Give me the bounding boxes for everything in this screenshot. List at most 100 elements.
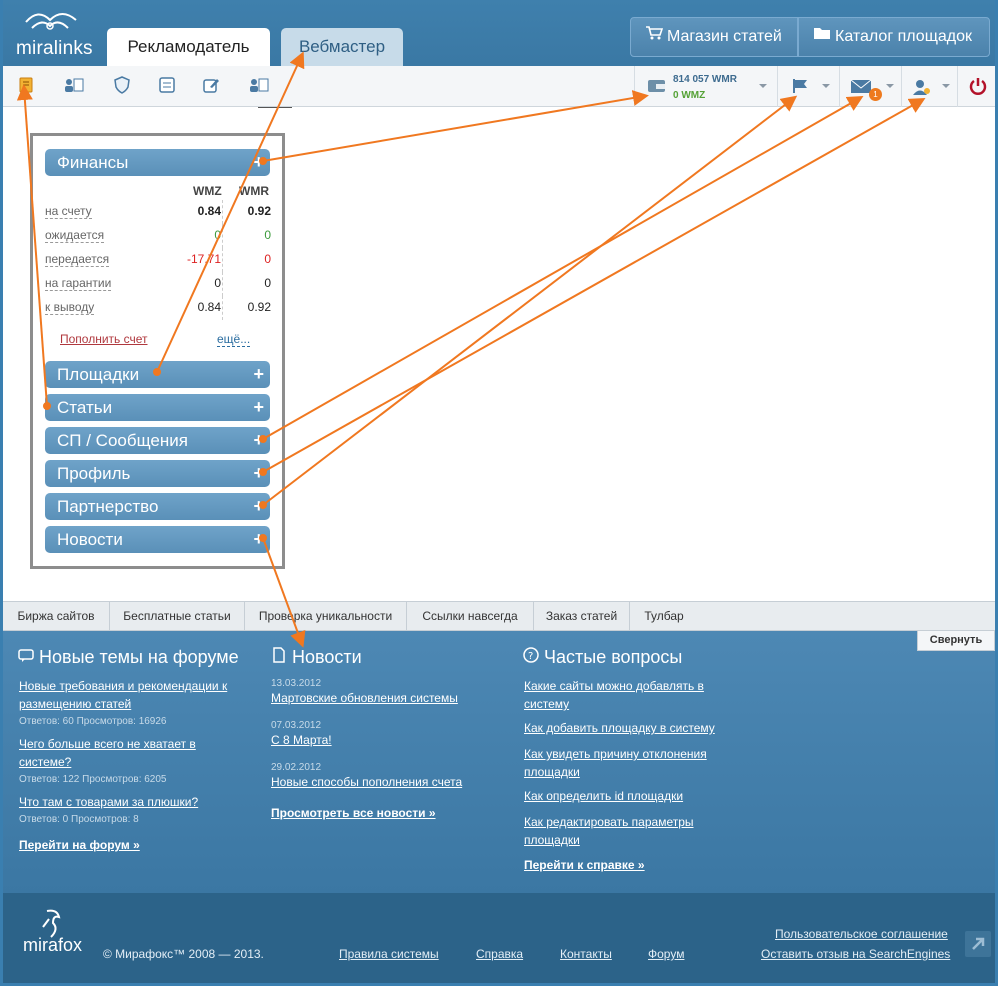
chevron-down-icon — [822, 84, 830, 88]
copyright: © Мирафокс™ 2008 — 2013. — [103, 947, 264, 961]
forum-title-label: Новые темы на форуме — [39, 647, 239, 667]
footer-link-help[interactable]: Справка — [476, 947, 523, 961]
section-news-label: Новости — [57, 530, 123, 549]
plus-icon: + — [253, 496, 264, 516]
news-title: Новости — [270, 647, 362, 668]
tab-free-articles[interactable]: Бесплатные статьи — [110, 602, 245, 631]
topup-link[interactable]: Пополнить счет — [60, 332, 148, 346]
agreement-link[interactable]: Пользовательское соглашение — [775, 927, 948, 941]
divider — [222, 296, 223, 320]
wallet-icon — [648, 80, 665, 92]
faq-item: Как увидеть причину отклонения площадки — [524, 745, 724, 781]
all-news-link[interactable]: Просмотреть все новости » — [271, 806, 436, 820]
faq-link[interactable]: Как определить id площадки — [524, 789, 683, 803]
comment-icon — [18, 649, 34, 662]
collapse-button[interactable]: Свернуть — [917, 631, 995, 651]
article-shop-button[interactable]: Магазин статей — [630, 17, 798, 57]
news-all: Просмотреть все новости » — [271, 804, 501, 822]
help-icon: ? — [523, 647, 539, 663]
tab-webmaster[interactable]: Вебмастер — [281, 28, 403, 66]
finance-row: к выводу 0.84 0.92 — [45, 296, 271, 320]
forum-item-meta: Ответов: 122 Просмотров: 6205 — [19, 774, 167, 785]
forum-item: Новые требования и рекомендации к размещ… — [19, 677, 249, 727]
scroll-top-button[interactable] — [965, 931, 991, 957]
finance-row: на счету 0.84 0.92 — [45, 200, 271, 224]
forum-topic-link[interactable]: Что там с товарами за плюшки? — [19, 795, 198, 809]
tab-order-articles[interactable]: Заказ статей — [534, 602, 630, 631]
footer-link-forum[interactable]: Форум — [648, 947, 684, 961]
edit-icon[interactable] — [202, 76, 220, 94]
plus-icon: + — [253, 463, 264, 483]
footer-link-contacts[interactable]: Контакты — [560, 947, 612, 961]
tab-toolbar[interactable]: Тулбар — [630, 602, 698, 631]
faq-link[interactable]: Как увидеть причину отклонения площадки — [524, 747, 707, 779]
feedback-link[interactable]: Оставить отзыв на SearchEngines — [761, 947, 950, 961]
messages-menu[interactable]: 1 — [839, 66, 901, 107]
faq-link[interactable]: Какие сайты можно добавлять в систему — [524, 679, 704, 711]
plus-icon: + — [253, 397, 264, 417]
header: miralinks Рекламодатель Вебмастер Магази… — [0, 0, 998, 66]
wallet-wmr: 814 057 WMR — [673, 74, 737, 85]
sites-icon[interactable] — [63, 76, 85, 94]
faq-help: Перейти к справке » — [524, 856, 754, 874]
chevron-down-icon — [942, 84, 950, 88]
faq-link[interactable]: Как редактировать параметры площадки — [524, 815, 694, 847]
section-messages[interactable]: СП / Сообщения + — [45, 427, 270, 454]
logo-text[interactable]: miralinks — [16, 38, 93, 60]
section-sites[interactable]: Площадки + — [45, 361, 270, 388]
forum-topic-link[interactable]: Чего больше всего не хватает в системе? — [19, 737, 196, 769]
shield-icon[interactable] — [113, 76, 131, 94]
tab-site-exchange[interactable]: Биржа сайтов — [3, 602, 110, 631]
news-link[interactable]: Мартовские обновления системы — [271, 691, 458, 705]
section-partnership-label: Партнерство — [57, 497, 159, 516]
forum-item-meta: Ответов: 60 Просмотров: 16926 — [19, 716, 167, 727]
faq-title: ? Частые вопросы — [522, 647, 682, 668]
more-link[interactable]: ещё... — [217, 332, 251, 347]
news-item: 07.03.2012 С 8 Марта! — [271, 720, 501, 749]
notifications-menu[interactable] — [777, 66, 839, 107]
tab-advertiser[interactable]: Рекламодатель — [107, 28, 270, 66]
footer-logo-text: mirafox — [23, 935, 83, 955]
section-news[interactable]: Новости + — [45, 526, 270, 553]
news-link[interactable]: С 8 Марта! — [271, 733, 332, 747]
section-sites-label: Площадки — [57, 365, 140, 384]
cart-icon — [646, 26, 663, 40]
logout-button[interactable] — [957, 66, 995, 107]
forum-topic-link[interactable]: Новые требования и рекомендации к размещ… — [19, 679, 227, 711]
user-menu[interactable] — [901, 66, 957, 107]
forum-title: Новые темы на форуме — [17, 647, 239, 668]
divider — [222, 200, 223, 224]
go-to-forum-link[interactable]: Перейти на форум » — [19, 838, 140, 852]
news-link[interactable]: Новые способы пополнения счета — [271, 775, 462, 789]
section-finance-label: Финансы — [57, 153, 129, 172]
finance-row: ожидается 0 0 — [45, 224, 271, 248]
article-shop-label: Магазин статей — [667, 28, 782, 45]
finance-row-label: передается — [45, 252, 110, 267]
go-to-help-link[interactable]: Перейти к справке » — [524, 858, 645, 872]
arrow-up-right-icon — [972, 937, 985, 950]
tab-permanent-links[interactable]: Ссылки навсегда — [407, 602, 534, 631]
tab-uniqueness-check[interactable]: Проверка уникальности — [245, 602, 407, 631]
finance-row-wmr: 0 — [264, 228, 271, 242]
section-finance[interactable]: Финансы + — [45, 149, 270, 176]
divider — [222, 272, 223, 296]
section-profile-label: Профиль — [57, 464, 131, 483]
section-articles[interactable]: Статьи + — [45, 394, 270, 421]
list-icon[interactable] — [158, 76, 176, 94]
section-profile[interactable]: Профиль + — [45, 460, 270, 487]
toolbar: 814 057 WMR 0 WMZ 1 — [3, 66, 995, 107]
finance-book-icon[interactable] — [17, 76, 35, 94]
site-catalog-button[interactable]: Каталог площадок — [798, 17, 990, 57]
divider — [222, 248, 223, 272]
wallet-wmz: 0 WMZ — [673, 90, 706, 101]
forum-item-meta: Ответов: 0 Просмотров: 8 — [19, 814, 139, 825]
wallet-balance[interactable]: 814 057 WMR 0 WMZ — [634, 66, 777, 107]
messages-badge: 1 — [869, 88, 882, 101]
user-icon — [913, 80, 930, 95]
faq-link[interactable]: Как добавить площадку в систему — [524, 721, 715, 735]
finance-row-wmz: 0 — [214, 228, 221, 242]
section-partnership[interactable]: Партнерство + — [45, 493, 270, 520]
profile-card-icon[interactable] — [248, 76, 270, 94]
finance-row-wmr: 0 — [264, 276, 271, 290]
footer-link-rules[interactable]: Правила системы — [339, 947, 439, 961]
